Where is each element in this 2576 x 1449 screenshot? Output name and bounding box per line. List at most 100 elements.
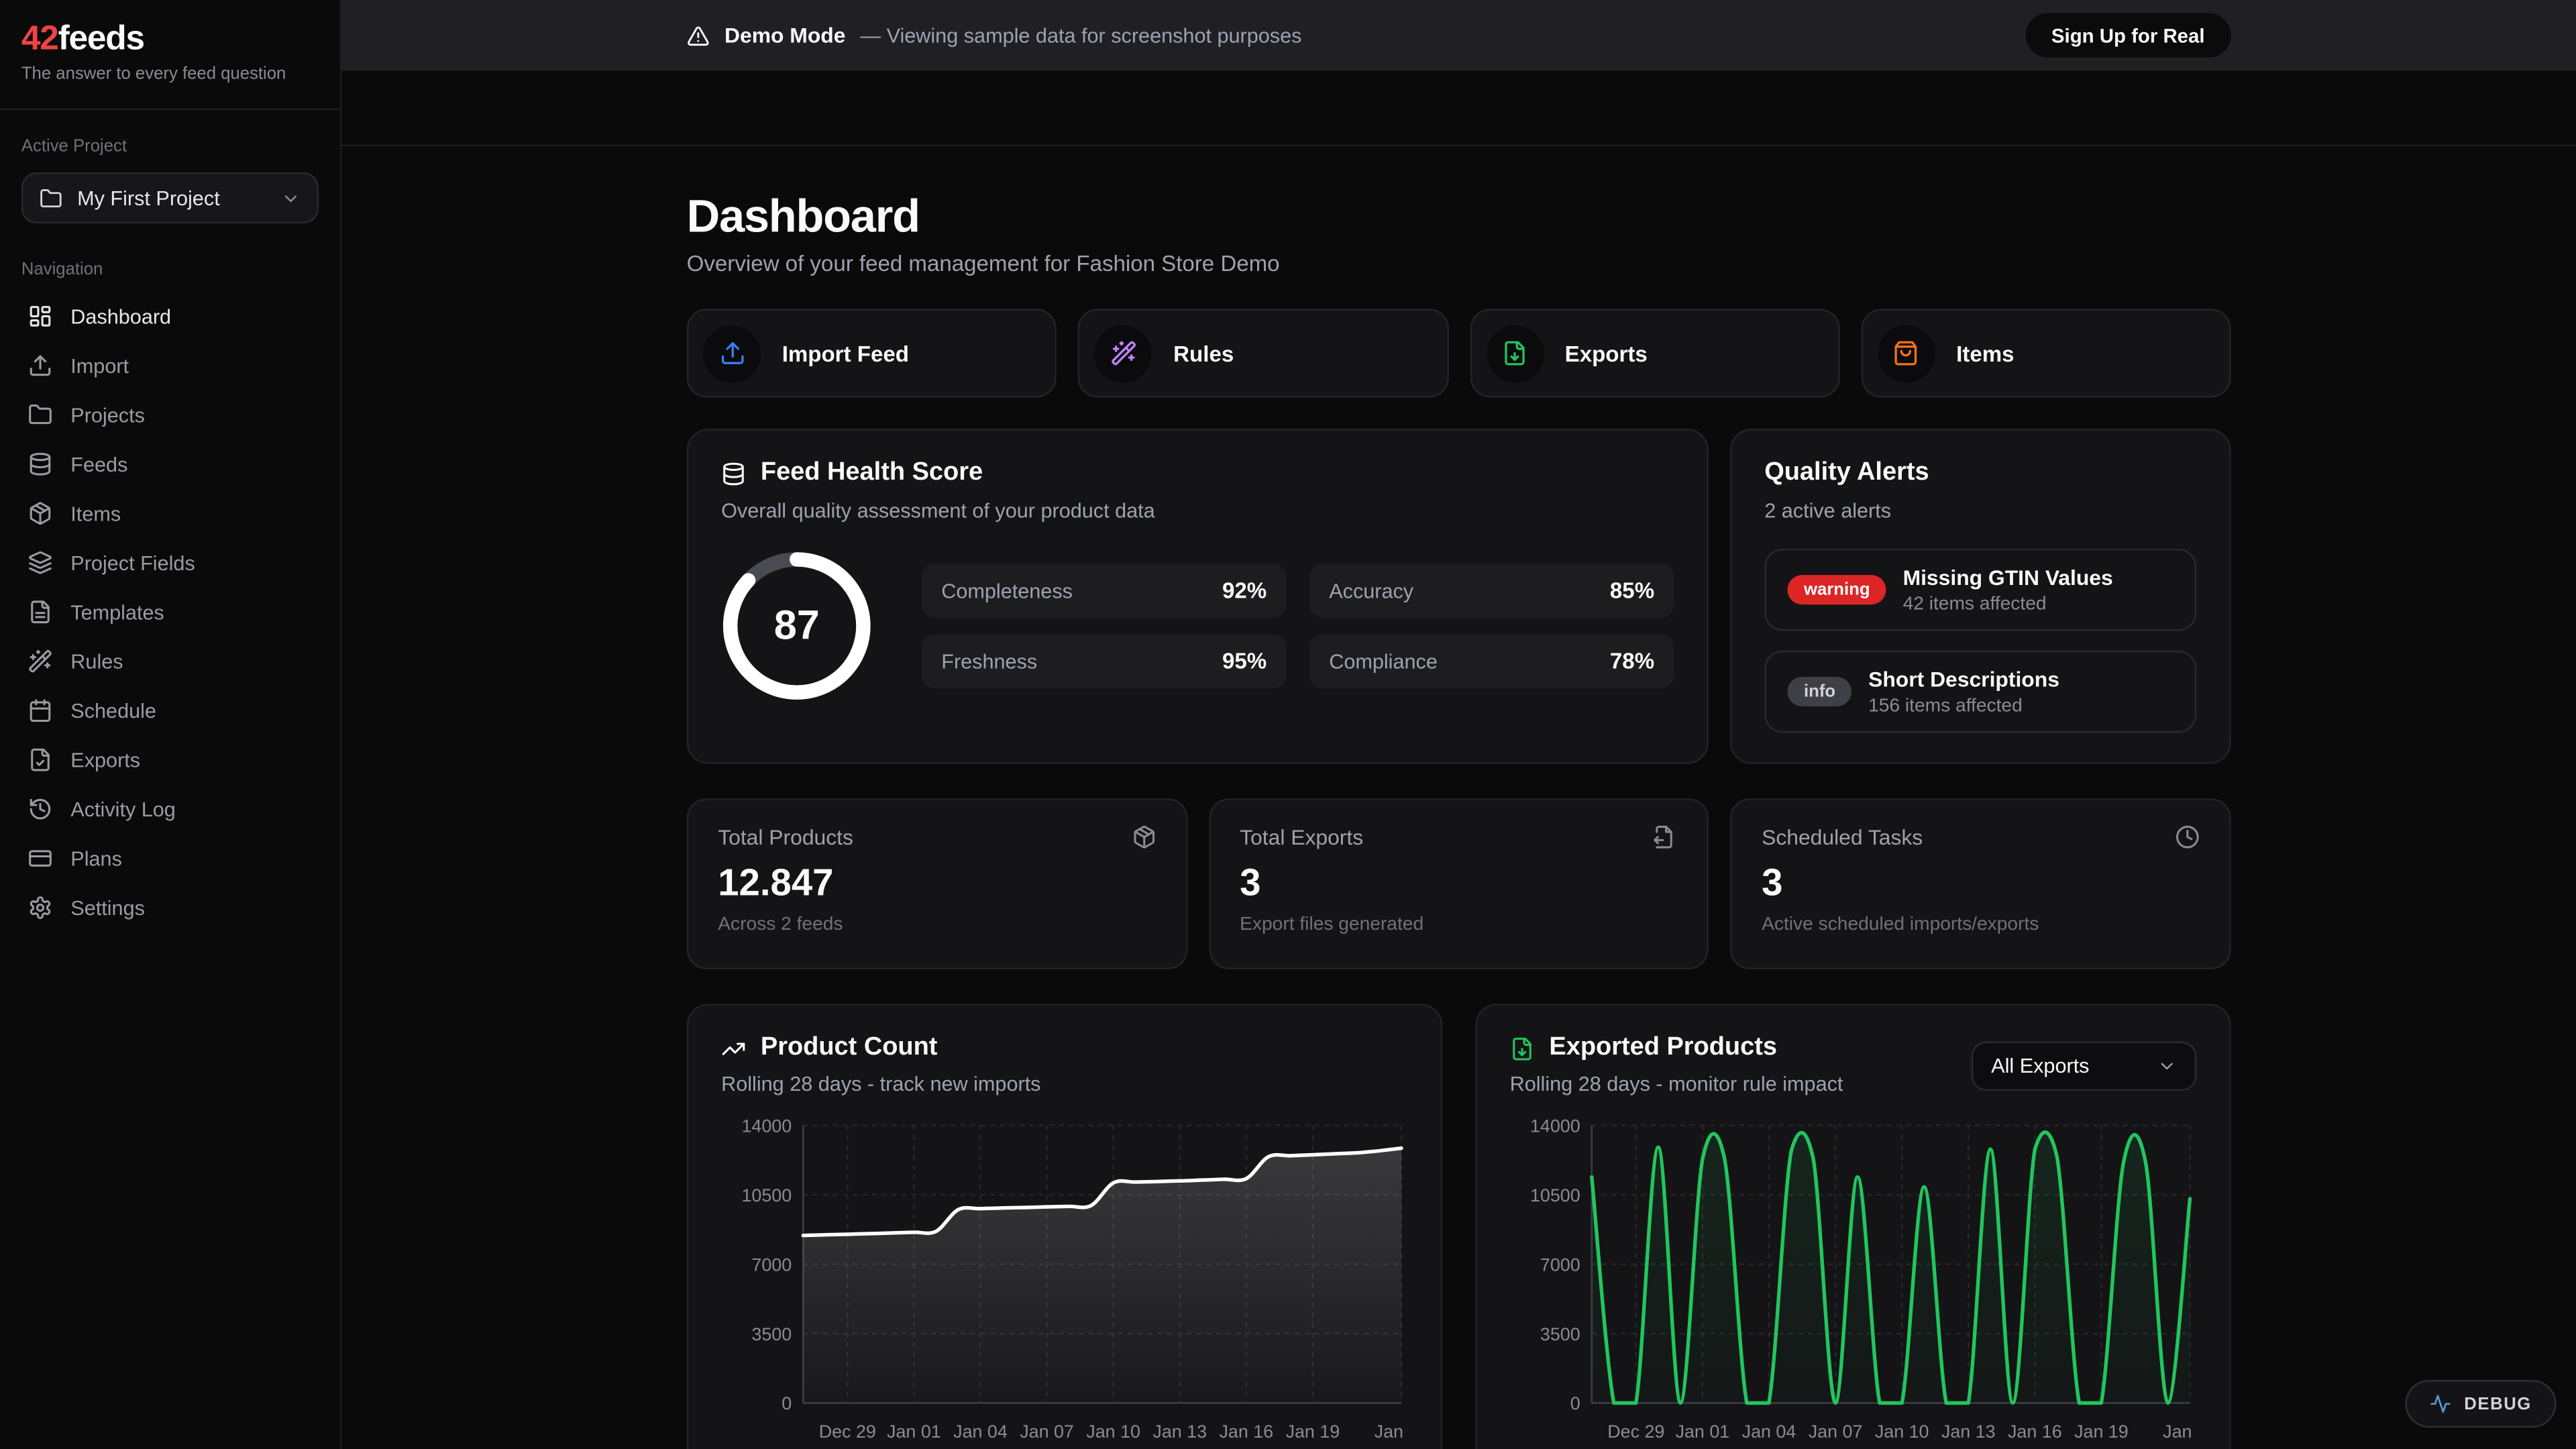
page-subtitle: Overview of your feed management for Fas… — [687, 252, 2231, 278]
sidebar-item-projects[interactable]: Projects — [13, 391, 327, 439]
info-badge: info — [1787, 677, 1851, 706]
page-content: Dashboard Overview of your feed manageme… — [687, 146, 2231, 1449]
app-root: 42feeds The answer to every feed questio… — [0, 0, 2576, 1449]
file-down-icon — [1486, 325, 1544, 382]
file-export-icon — [1510, 1036, 1535, 1061]
svg-text:Jan 23: Jan 23 — [1375, 1421, 1408, 1442]
sidebar-nav: DashboardImportProjectsFeedsItemsProject… — [0, 290, 340, 933]
file-text-icon — [28, 600, 53, 625]
shopping-bag-icon — [1878, 325, 1935, 382]
sidebar-item-items[interactable]: Items — [13, 490, 327, 537]
chevron-down-icon — [281, 188, 301, 207]
sidebar-item-settings[interactable]: Settings — [13, 884, 327, 932]
debug-button[interactable]: DEBUG — [2405, 1380, 2556, 1428]
svg-text:Jan 19: Jan 19 — [1286, 1421, 1340, 1442]
svg-text:Dec 29: Dec 29 — [1607, 1421, 1664, 1442]
svg-text:3500: 3500 — [751, 1324, 792, 1344]
stat-card-total-exports: Total Exports3Export files generated — [1209, 798, 1709, 969]
sidebar: 42feeds The answer to every feed questio… — [0, 0, 341, 1449]
header-strip — [341, 70, 2576, 146]
svg-text:Jan 16: Jan 16 — [2008, 1421, 2062, 1442]
charts-row: Product Count Rolling 28 days - track ne… — [687, 1004, 2231, 1449]
svg-text:Jan 04: Jan 04 — [953, 1421, 1008, 1442]
health-score-value: 87 — [721, 550, 872, 701]
health-alerts-row: Feed Health Score Overall quality assess… — [687, 429, 2231, 764]
feed-health-card: Feed Health Score Overall quality assess… — [687, 429, 1709, 764]
svg-text:Jan 16: Jan 16 — [1219, 1421, 1273, 1442]
upload-icon — [703, 325, 761, 382]
main-area: Demo Mode — Viewing sample data for scre… — [341, 0, 2576, 1449]
export-filter-select[interactable]: All Exports — [1972, 1042, 2197, 1091]
sidebar-item-activity-log[interactable]: Activity Log — [13, 786, 327, 833]
activity-icon — [2430, 1393, 2451, 1415]
chevron-down-icon — [2157, 1057, 2177, 1076]
exported-products-card: Exported Products Rolling 28 days - moni… — [1475, 1004, 2231, 1449]
active-project-label: Active Project — [21, 136, 319, 156]
database-icon — [28, 451, 53, 476]
quick-action-rules[interactable]: Rules — [1078, 309, 1448, 397]
package-icon — [1132, 824, 1157, 849]
svg-text:Jan 10: Jan 10 — [1875, 1421, 1929, 1442]
quality-alerts-card: Quality Alerts 2 active alerts warningMi… — [1730, 429, 2231, 764]
svg-text:Jan 07: Jan 07 — [1020, 1421, 1074, 1442]
project-selector[interactable]: My First Project — [21, 172, 319, 223]
package-icon — [28, 501, 53, 526]
warning-badge: warning — [1787, 575, 1886, 604]
folder-icon — [28, 402, 53, 427]
calendar-icon — [28, 698, 53, 723]
svg-text:Dec 29: Dec 29 — [819, 1421, 876, 1442]
sidebar-item-project-fields[interactable]: Project Fields — [13, 539, 327, 586]
sidebar-item-schedule[interactable]: Schedule — [13, 687, 327, 735]
svg-text:Jan 23: Jan 23 — [2163, 1421, 2196, 1442]
product-count-subtitle: Rolling 28 days - track new imports — [721, 1073, 1040, 1095]
svg-text:0: 0 — [1570, 1393, 1580, 1413]
warning-triangle-icon — [687, 24, 710, 47]
exported-products-title: Exported Products — [1549, 1033, 1777, 1063]
exported-products-chart: 0350070001050014000Dec 29Jan 01Jan 04Jan… — [1510, 1112, 2197, 1449]
sign-up-button[interactable]: Sign Up for Real — [2025, 13, 2231, 58]
health-card-title: Feed Health Score — [761, 458, 983, 488]
settings-icon — [28, 896, 53, 920]
active-project-section: Active Project My First Project — [0, 110, 340, 223]
product-count-chart: 0350070001050014000Dec 29Jan 01Jan 04Jan… — [721, 1112, 1408, 1449]
exported-products-subtitle: Rolling 28 days - monitor rule impact — [1510, 1073, 1843, 1095]
sidebar-item-rules[interactable]: Rules — [13, 637, 327, 685]
stat-value: 3 — [1240, 861, 1678, 905]
product-count-title: Product Count — [761, 1033, 938, 1063]
svg-text:14000: 14000 — [741, 1116, 792, 1136]
trending-up-icon — [721, 1036, 746, 1061]
stat-card-scheduled-tasks: Scheduled Tasks3Active scheduled imports… — [1731, 798, 2231, 969]
svg-text:Jan 01: Jan 01 — [887, 1421, 941, 1442]
stat-card-total-products: Total Products12.847Across 2 feeds — [687, 798, 1187, 969]
layers-icon — [28, 550, 53, 575]
svg-text:Jan 10: Jan 10 — [1086, 1421, 1140, 1442]
quick-action-exports[interactable]: Exports — [1470, 309, 1840, 397]
app-logo: 42feeds — [21, 21, 319, 58]
navigation-label: Navigation — [21, 260, 319, 279]
svg-text:Jan 13: Jan 13 — [1941, 1421, 1996, 1442]
logo-block: 42feeds The answer to every feed questio… — [0, 0, 340, 110]
svg-text:14000: 14000 — [1530, 1116, 1580, 1136]
quick-action-items[interactable]: Items — [1861, 309, 2231, 397]
sidebar-item-exports[interactable]: Exports — [13, 736, 327, 784]
quick-actions-row: Import FeedRulesExportsItems — [687, 309, 2231, 397]
sidebar-item-dashboard[interactable]: Dashboard — [13, 292, 327, 340]
stat-value: 3 — [1762, 861, 2200, 905]
alert-list: warningMissing GTIN Values42 items affec… — [1764, 549, 2196, 733]
database-icon — [721, 461, 746, 486]
sidebar-item-import[interactable]: Import — [13, 341, 327, 389]
sidebar-item-templates[interactable]: Templates — [13, 588, 327, 636]
sidebar-item-feeds[interactable]: Feeds — [13, 440, 327, 488]
svg-text:Jan 01: Jan 01 — [1676, 1421, 1730, 1442]
svg-text:Jan 07: Jan 07 — [1809, 1421, 1863, 1442]
health-score-gauge: 87 — [721, 550, 872, 701]
wand-icon — [28, 649, 53, 674]
sidebar-item-plans[interactable]: Plans — [13, 835, 327, 882]
demo-banner: Demo Mode — Viewing sample data for scre… — [341, 0, 2576, 70]
quick-action-import-feed[interactable]: Import Feed — [687, 309, 1057, 397]
health-metric-freshness: Freshness95% — [922, 634, 1287, 688]
svg-text:Jan 19: Jan 19 — [2074, 1421, 2129, 1442]
file-output-icon — [1653, 824, 1678, 849]
health-metric-completeness: Completeness92% — [922, 564, 1287, 618]
svg-text:7000: 7000 — [751, 1254, 792, 1275]
